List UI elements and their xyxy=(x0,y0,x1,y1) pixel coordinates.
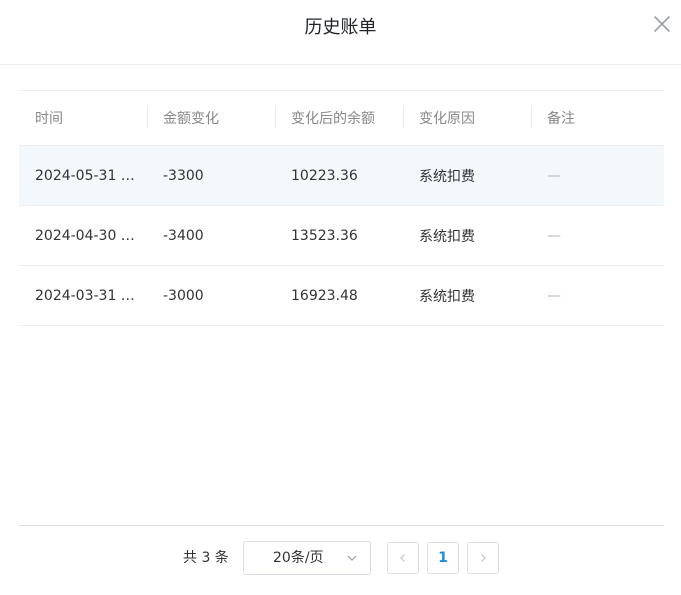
close-button[interactable] xyxy=(650,12,674,36)
cell-amount: -3300 xyxy=(163,167,204,184)
cell-note: — xyxy=(547,287,561,304)
cell-reason: 系统扣费 xyxy=(419,168,475,185)
page-size-value: 20条/页 xyxy=(273,550,324,566)
footer-divider xyxy=(19,525,664,526)
page-size-select[interactable]: 20条/页 xyxy=(243,541,371,575)
chevron-left-icon xyxy=(400,554,405,562)
column-header-reason: 变化原因 xyxy=(403,91,531,145)
close-icon xyxy=(654,16,670,32)
page-number-1[interactable]: 1 xyxy=(427,542,459,574)
table-header: 时间 金额变化 变化后的余额 变化原因 备注 xyxy=(19,91,664,146)
cell-balance: 16923.48 xyxy=(291,287,358,304)
table-row[interactable]: 2024-05-31 … -3300 10223.36 系统扣费 — xyxy=(19,146,664,206)
cell-balance: 10223.36 xyxy=(291,167,358,184)
history-bill-dialog: 历史账单 时间 金额变化 变化后的余额 变化原因 备注 2024-05-31 …… xyxy=(0,0,681,595)
chevron-right-icon xyxy=(481,554,486,562)
prev-page-button[interactable] xyxy=(387,542,419,574)
cell-reason: 系统扣费 xyxy=(419,228,475,245)
cell-amount: -3000 xyxy=(163,287,204,304)
cell-note: — xyxy=(547,167,561,184)
chevron-down-icon xyxy=(346,552,358,564)
bill-table: 时间 金额变化 变化后的余额 变化原因 备注 2024-05-31 … -330… xyxy=(19,90,664,326)
cell-amount: -3400 xyxy=(163,227,204,244)
cell-note: — xyxy=(547,227,561,244)
table-row[interactable]: 2024-04-30 … -3400 13523.36 系统扣费 — xyxy=(19,206,664,266)
cell-time: 2024-05-31 … xyxy=(35,167,135,184)
cell-reason: 系统扣费 xyxy=(419,288,475,305)
cell-balance: 13523.36 xyxy=(291,227,358,244)
cell-time: 2024-03-31 … xyxy=(35,287,135,304)
cell-time: 2024-04-30 … xyxy=(35,227,135,244)
next-page-button[interactable] xyxy=(467,542,499,574)
column-header-balance: 变化后的余额 xyxy=(275,91,403,145)
dialog-title: 历史账单 xyxy=(304,17,377,38)
pagination-total: 共 3 条 xyxy=(183,550,229,566)
column-header-note: 备注 xyxy=(531,91,664,145)
column-header-amount: 金额变化 xyxy=(147,91,275,145)
table-row[interactable]: 2024-03-31 … -3000 16923.48 系统扣费 — xyxy=(19,266,664,326)
dialog-header: 历史账单 xyxy=(0,0,681,65)
column-header-time: 时间 xyxy=(35,111,63,127)
